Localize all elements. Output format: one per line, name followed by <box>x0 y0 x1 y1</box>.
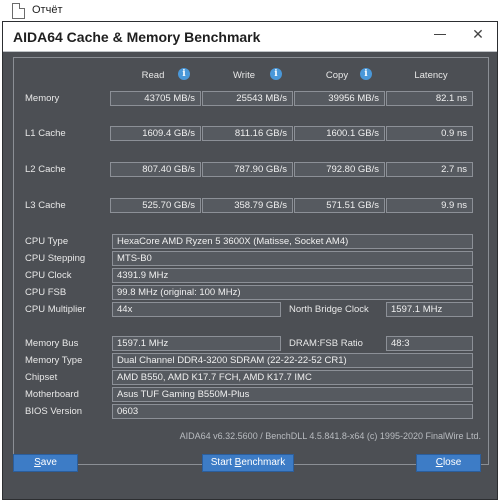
l3-read-value: 525.70 GB/s <box>110 198 201 213</box>
north-bridge-clock-value: 1597.1 MHz <box>386 302 473 317</box>
chipset-label: Chipset <box>25 372 58 383</box>
north-bridge-clock-label: North Bridge Clock <box>289 304 369 315</box>
row-label-l2-cache: L2 Cache <box>25 164 66 175</box>
memory-copy-value: 39956 MB/s <box>294 91 385 106</box>
cpu-type-label: CPU Type <box>25 236 69 247</box>
l1-latency-value: 0.9 ns <box>386 126 473 141</box>
start-benchmark-button[interactable]: Start Benchmark <box>202 454 294 472</box>
cpu-fsb-value: 99.8 MHz (original: 100 MHz) <box>112 285 473 300</box>
save-button[interactable]: Save <box>13 454 78 472</box>
start-benchmark-label-post: enchmark <box>241 457 286 468</box>
title-bar: AIDA64 Cache & Memory Benchmark ✕ <box>3 22 497 52</box>
cpu-multiplier-value: 44x <box>112 302 281 317</box>
close-window-button[interactable]: ✕ <box>471 27 485 41</box>
l1-write-value: 811.16 GB/s <box>202 126 293 141</box>
window-title: AIDA64 Cache & Memory Benchmark <box>13 29 261 45</box>
read-info-icon[interactable]: i <box>178 68 190 80</box>
copy-info-icon[interactable]: i <box>360 68 372 80</box>
memory-write-value: 25543 MB/s <box>202 91 293 106</box>
memory-bus-value: 1597.1 MHz <box>112 336 281 351</box>
column-header-copy: Copy <box>325 70 349 81</box>
column-header-write: Write <box>233 70 255 81</box>
memory-read-value: 43705 MB/s <box>110 91 201 106</box>
start-benchmark-label-pre: Start <box>210 457 235 468</box>
l1-copy-value: 1600.1 GB/s <box>294 126 385 141</box>
minimize-button[interactable] <box>433 27 447 41</box>
document-label: Отчёт <box>32 4 63 16</box>
l2-latency-value: 2.7 ns <box>386 162 473 177</box>
write-info-icon[interactable]: i <box>270 68 282 80</box>
row-label-l3-cache: L3 Cache <box>25 200 66 211</box>
version-footer: AIDA64 v6.32.5600 / BenchDLL 4.5.841.8-x… <box>179 431 481 441</box>
memory-bus-label: Memory Bus <box>25 338 79 349</box>
cpu-clock-label: CPU Clock <box>25 270 72 281</box>
l3-latency-value: 9.9 ns <box>386 198 473 213</box>
motherboard-label: Motherboard <box>25 389 79 400</box>
bios-version-label: BIOS Version <box>25 406 83 417</box>
dram-fsb-ratio-label: DRAM:FSB Ratio <box>289 338 363 349</box>
row-label-memory: Memory <box>25 93 60 104</box>
chipset-value: AMD B550, AMD K17.7 FCH, AMD K17.7 IMC <box>112 370 473 385</box>
cpu-stepping-value: MTS-B0 <box>112 251 473 266</box>
column-header-read: Read <box>141 70 165 81</box>
bios-version-value: 0603 <box>112 404 473 419</box>
l1-read-value: 1609.4 GB/s <box>110 126 201 141</box>
cpu-fsb-label: CPU FSB <box>25 287 67 298</box>
l3-copy-value: 571.51 GB/s <box>294 198 385 213</box>
row-label-l1-cache: L1 Cache <box>25 128 66 139</box>
motherboard-value: Asus TUF Gaming B550M-Plus <box>112 387 473 402</box>
benchmark-window: AIDA64 Cache & Memory Benchmark ✕ Read i… <box>2 21 498 500</box>
memory-latency-value: 82.1 ns <box>386 91 473 106</box>
l2-read-value: 807.40 GB/s <box>110 162 201 177</box>
cpu-multiplier-label: CPU Multiplier <box>25 304 86 315</box>
close-button-mnemonic: C <box>435 457 443 468</box>
save-button-label: ave <box>40 457 57 468</box>
cpu-stepping-label: CPU Stepping <box>25 253 86 264</box>
close-button[interactable]: Close <box>416 454 481 472</box>
save-button-mnemonic: S <box>34 457 41 468</box>
cpu-type-value: HexaCore AMD Ryzen 5 3600X (Matisse, Soc… <box>112 234 473 249</box>
column-header-latency: Latency <box>414 70 448 81</box>
l3-write-value: 358.79 GB/s <box>202 198 293 213</box>
l2-write-value: 787.90 GB/s <box>202 162 293 177</box>
l2-copy-value: 792.80 GB/s <box>294 162 385 177</box>
close-button-label: lose <box>442 457 462 468</box>
memory-type-label: Memory Type <box>25 355 83 366</box>
memory-type-value: Dual Channel DDR4-3200 SDRAM (22-22-22-5… <box>112 353 473 368</box>
cpu-clock-value: 4391.9 MHz <box>112 268 473 283</box>
dram-fsb-ratio-value: 48:3 <box>386 336 473 351</box>
document-icon <box>12 3 25 19</box>
